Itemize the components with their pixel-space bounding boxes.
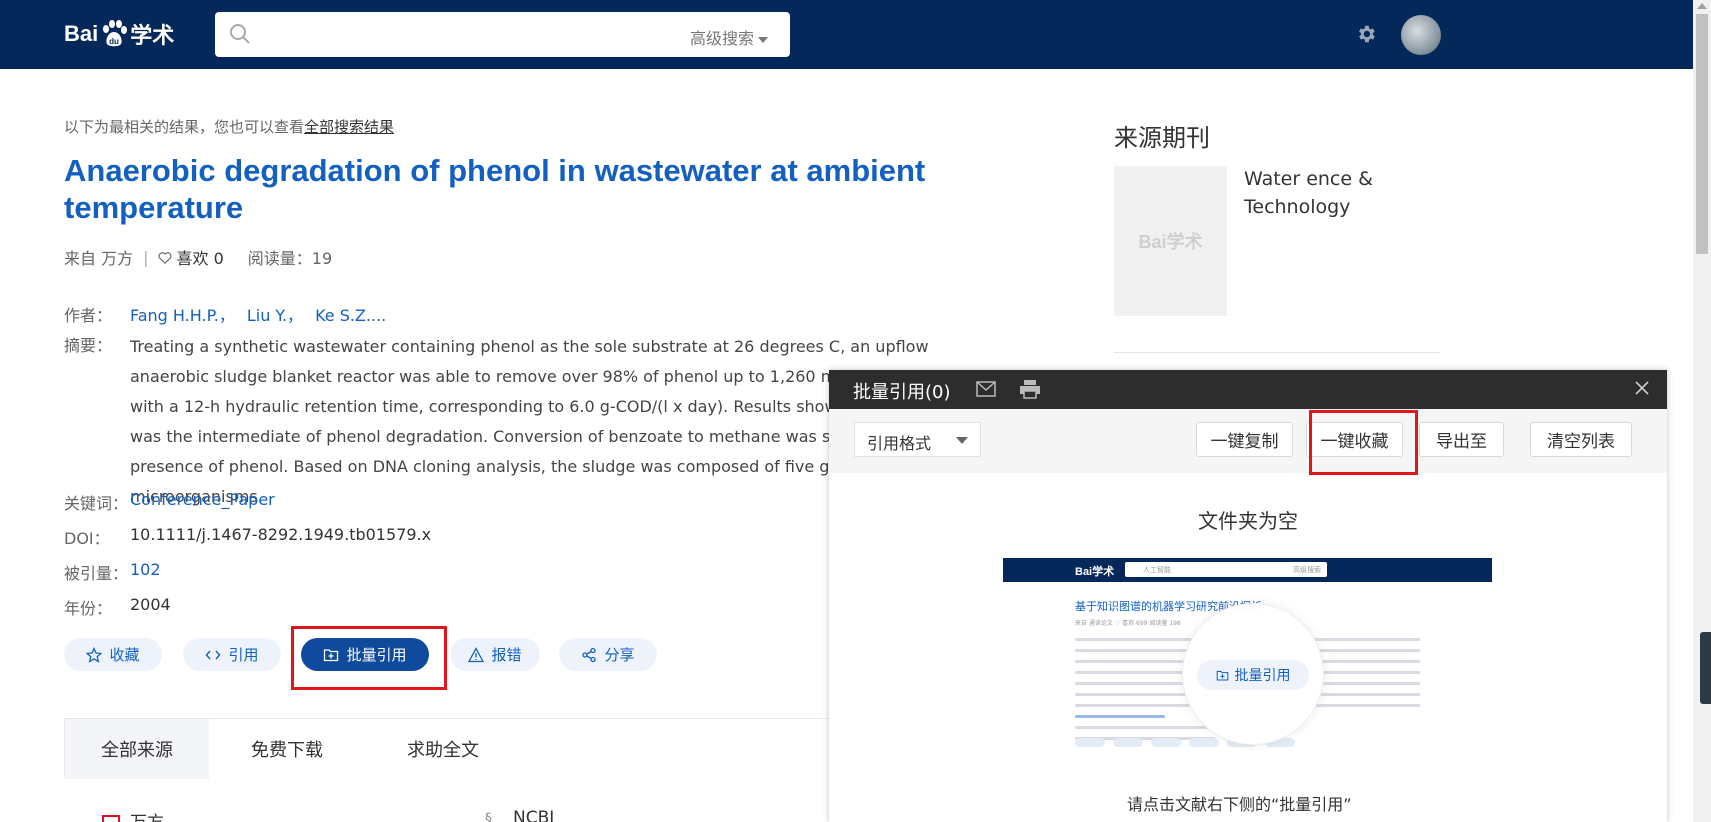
source-tabs: 全部来源 免费下载 求助全文 — [64, 718, 834, 779]
citation-format-select[interactable]: 引用格式 — [854, 422, 981, 457]
dna-icon: § — [485, 811, 492, 822]
doi-value: 10.1111/j.1467-8292.1949.tb01579.x — [130, 525, 432, 544]
paw-icon: du — [100, 20, 128, 48]
side-floating-widget[interactable] — [1700, 632, 1711, 704]
author-link[interactable]: Liu Y.， — [247, 306, 303, 325]
authors-list: Fang H.H.P.， Liu Y.， Ke S.Z.... — [130, 302, 398, 326]
panel-title: 批量引用(0) — [853, 382, 951, 403]
cite-label: 引用 — [228, 646, 259, 664]
year-label: 年份： — [64, 599, 113, 618]
result-hint: 以下为最相关的结果，您也可以查看全部搜索结果 — [64, 116, 394, 137]
right-divider — [1114, 352, 1440, 353]
report-button[interactable]: 报错 — [450, 638, 540, 671]
baidu-xueshu-logo[interactable]: Bai du 学术 — [64, 14, 174, 54]
wanfang-icon — [102, 815, 120, 822]
keyword-link[interactable]: Conference_Paper — [130, 490, 275, 509]
clear-list-button[interactable]: 清空列表 — [1530, 422, 1632, 457]
svg-text:du: du — [109, 37, 119, 46]
journal-cover-text: Bai学术 — [1138, 232, 1203, 252]
search-box[interactable]: 高级搜索 — [215, 12, 790, 57]
share-label: 分享 — [604, 646, 635, 664]
tab-all-sources[interactable]: 全部来源 — [65, 719, 209, 779]
preview-search: 人工智能 高级搜索 — [1125, 562, 1327, 577]
share-icon — [582, 647, 597, 662]
preview-adv: 高级搜索 — [1293, 566, 1321, 574]
cite-button[interactable]: 引用 — [183, 638, 281, 671]
authors-label: 作者： — [64, 306, 113, 325]
close-icon[interactable] — [1633, 379, 1651, 397]
caret-down-icon — [758, 36, 768, 43]
copy-all-button[interactable]: 一键复制 — [1196, 422, 1293, 457]
lens-button-label: 批量引用 — [1234, 668, 1291, 684]
warning-icon — [468, 646, 485, 662]
logo-text-right: 学术 — [130, 23, 175, 48]
search-icon[interactable] — [229, 23, 251, 45]
preview-header: Bai学术 人工智能 高级搜索 — [1003, 558, 1492, 582]
advanced-search-label: 高级搜索 — [689, 29, 754, 48]
meta-separator: | — [143, 247, 149, 267]
highlight-box-batch-cite — [291, 626, 447, 690]
logo-text-left: Bai — [64, 21, 99, 46]
source-name: NCBI — [513, 808, 555, 822]
collect-button[interactable]: 收藏 — [64, 638, 162, 671]
abstract-label: 摘要： — [64, 336, 113, 355]
preview-logo: Bai学术 — [1075, 566, 1115, 578]
tab-request-fulltext[interactable]: 求助全文 — [365, 719, 521, 779]
lens-batch-cite-button: 批量引用 — [1197, 660, 1309, 690]
like-button[interactable]: 喜欢 0 — [158, 245, 224, 269]
paper-title[interactable]: Anaerobic degradation of phenol in waste… — [64, 152, 1004, 226]
doi-label: DOI： — [64, 529, 110, 548]
panel-header: 批量引用(0) — [829, 370, 1667, 409]
panel-toolbar: 引用格式 一键复制 一键收藏 导出至 清空列表 — [829, 409, 1667, 473]
empty-folder-title: 文件夹为空 — [1198, 509, 1298, 533]
hint-prefix: 以下为最相关的结果，您也可以查看 — [64, 118, 305, 136]
read-count: 阅读量：19 — [247, 249, 333, 268]
paper-meta: 来自 万方 | 喜欢 0 阅读量：19 — [64, 245, 332, 269]
printer-icon[interactable] — [1019, 379, 1041, 399]
source-item-wanfang[interactable]: 万方 — [102, 808, 164, 822]
like-count: 喜欢 0 — [176, 249, 224, 268]
gear-icon[interactable] — [1355, 23, 1377, 45]
report-label: 报错 — [491, 646, 522, 664]
heart-icon — [159, 252, 172, 265]
highlight-box-export — [1309, 410, 1418, 475]
share-button[interactable]: 分享 — [559, 638, 657, 671]
source-journal-heading: 来源期刊 — [1114, 124, 1210, 152]
collect-label: 收藏 — [109, 646, 140, 664]
journal-name-link[interactable]: Water ence & Technology — [1244, 165, 1444, 221]
source-name: 万方 — [130, 813, 164, 822]
citation-format-label: 引用格式 — [867, 434, 932, 453]
keywords-label: 关键词： — [64, 494, 129, 513]
cited-count-link[interactable]: 102 — [130, 560, 161, 579]
journal-cover-image[interactable]: Bai学术 — [1114, 166, 1227, 316]
advanced-search-dropdown[interactable]: 高级搜索 — [690, 25, 768, 49]
preview-search-text: 人工智能 — [1143, 566, 1171, 574]
source-item-ncbi[interactable]: § NCBI — [485, 808, 554, 822]
preview-meta: 来自 通读论文 ♡ 喜欢 699 阅读量 198 — [1075, 620, 1181, 627]
author-link[interactable]: Fang H.H.P.， — [130, 306, 235, 325]
star-icon — [86, 646, 103, 663]
scrollbar-thumb[interactable] — [1696, 14, 1708, 254]
author-link[interactable]: Ke S.Z.... — [315, 306, 386, 325]
top-header: Bai du 学术 高级搜索 — [0, 0, 1693, 69]
caret-down-icon — [956, 437, 968, 444]
mail-icon[interactable] — [976, 381, 996, 397]
preview-line — [1075, 715, 1165, 718]
panel-instruction: 请点击文献右下侧的“批量引用” — [1127, 795, 1352, 814]
source-text: 来自 万方 — [64, 249, 134, 268]
all-results-link[interactable]: 全部搜索结果 — [304, 118, 394, 136]
code-icon — [206, 650, 221, 659]
export-to-button[interactable]: 导出至 — [1419, 422, 1504, 457]
scroll-up-icon[interactable] — [1697, 3, 1707, 9]
year-value: 2004 — [130, 595, 171, 614]
batch-cite-panel: 批量引用(0) 引用格式 一键复制 一键收藏 导出至 清空列表 文件夹为空 Ba… — [829, 370, 1667, 822]
tab-free-download[interactable]: 免费下载 — [209, 719, 365, 779]
cited-label: 被引量： — [64, 564, 129, 583]
user-avatar[interactable] — [1401, 15, 1441, 55]
folder-plus-icon — [1216, 670, 1228, 680]
